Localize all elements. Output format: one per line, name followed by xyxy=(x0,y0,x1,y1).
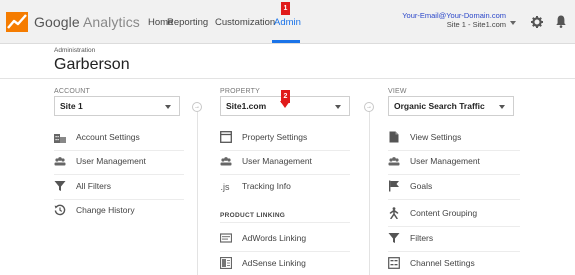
svg-text:.js: .js xyxy=(221,182,231,192)
menu-item-tracking-info[interactable]: .js Tracking Info xyxy=(220,175,350,200)
adwords-icon xyxy=(220,233,232,243)
page-title: Garberson xyxy=(54,56,130,73)
filter-icon xyxy=(388,233,400,243)
brand-name[interactable]: Google Analytics xyxy=(34,14,140,30)
column-separator xyxy=(369,102,370,275)
nav-admin[interactable]: Admin xyxy=(274,17,301,28)
property-column-label: PROPERTY xyxy=(220,88,260,95)
building-icon xyxy=(54,134,66,143)
users-icon xyxy=(54,157,66,166)
nav-reporting[interactable]: Reporting xyxy=(167,17,208,28)
users-icon xyxy=(388,157,400,166)
account-subtitle[interactable]: Site 1 - Site1.com xyxy=(447,20,506,29)
chevron-right-icon: → xyxy=(192,102,202,112)
chevron-right-icon: → xyxy=(364,102,374,112)
view-column-label: VIEW xyxy=(388,88,407,95)
annotation-badge-2: 2 xyxy=(281,90,290,103)
gear-icon[interactable] xyxy=(531,16,543,28)
menu-item-filters[interactable]: Filters xyxy=(388,227,520,252)
analytics-logo-icon[interactable] xyxy=(6,12,28,32)
menu-item-adsense-linking[interactable]: AdSense Linking xyxy=(220,252,350,275)
menu-item-content-grouping[interactable]: Content Grouping xyxy=(388,202,520,227)
person-walking-icon xyxy=(389,207,399,219)
window-icon xyxy=(220,131,232,143)
menu-item-channel-settings[interactable]: Channel Settings xyxy=(388,252,520,275)
menu-item-goals[interactable]: Goals xyxy=(388,175,520,200)
header-divider xyxy=(0,78,575,79)
js-icon: .js xyxy=(221,182,231,192)
account-select[interactable]: Site 1 xyxy=(54,96,180,116)
menu-item-user-management[interactable]: User Management xyxy=(388,150,520,175)
adsense-icon xyxy=(220,257,232,269)
menu-item-view-settings[interactable]: View Settings xyxy=(388,126,520,151)
users-icon xyxy=(220,157,232,166)
account-column-label: ACCOUNT xyxy=(54,88,91,95)
channel-icon xyxy=(388,257,400,269)
menu-item-all-filters[interactable]: All Filters xyxy=(54,175,184,200)
menu-item-adwords-linking[interactable]: AdWords Linking xyxy=(220,227,350,252)
filter-icon xyxy=(54,181,66,191)
menu-item-change-history[interactable]: Change History xyxy=(54,199,184,224)
chevron-down-icon xyxy=(165,105,171,109)
product-linking-heading: PRODUCT LINKING xyxy=(220,212,286,219)
column-separator xyxy=(197,102,198,275)
menu-item-property-settings[interactable]: Property Settings xyxy=(220,126,350,151)
menu-item-user-management[interactable]: User Management xyxy=(54,150,184,175)
flag-icon xyxy=(389,180,399,192)
nav-customization[interactable]: Customization xyxy=(215,17,275,28)
row-divider xyxy=(220,222,350,223)
menu-item-user-management[interactable]: User Management xyxy=(220,150,350,175)
bell-icon[interactable] xyxy=(556,15,566,28)
history-icon xyxy=(54,204,66,216)
chevron-down-icon[interactable] xyxy=(510,21,516,25)
row-divider xyxy=(388,199,520,200)
menu-item-account-settings[interactable]: Account Settings xyxy=(54,126,184,151)
chevron-down-icon xyxy=(499,105,505,109)
view-select[interactable]: Organic Search Traffic xyxy=(388,96,514,116)
section-label: Administration xyxy=(54,47,96,54)
active-tab-indicator xyxy=(272,40,300,43)
annotation-badge-1: 1 xyxy=(281,2,290,15)
account-email[interactable]: Your-Email@Your-Domain.com xyxy=(402,11,506,20)
top-bar: Google Analytics Home Reporting Customiz… xyxy=(0,0,575,44)
chevron-down-icon xyxy=(335,105,341,109)
document-icon xyxy=(389,131,399,143)
